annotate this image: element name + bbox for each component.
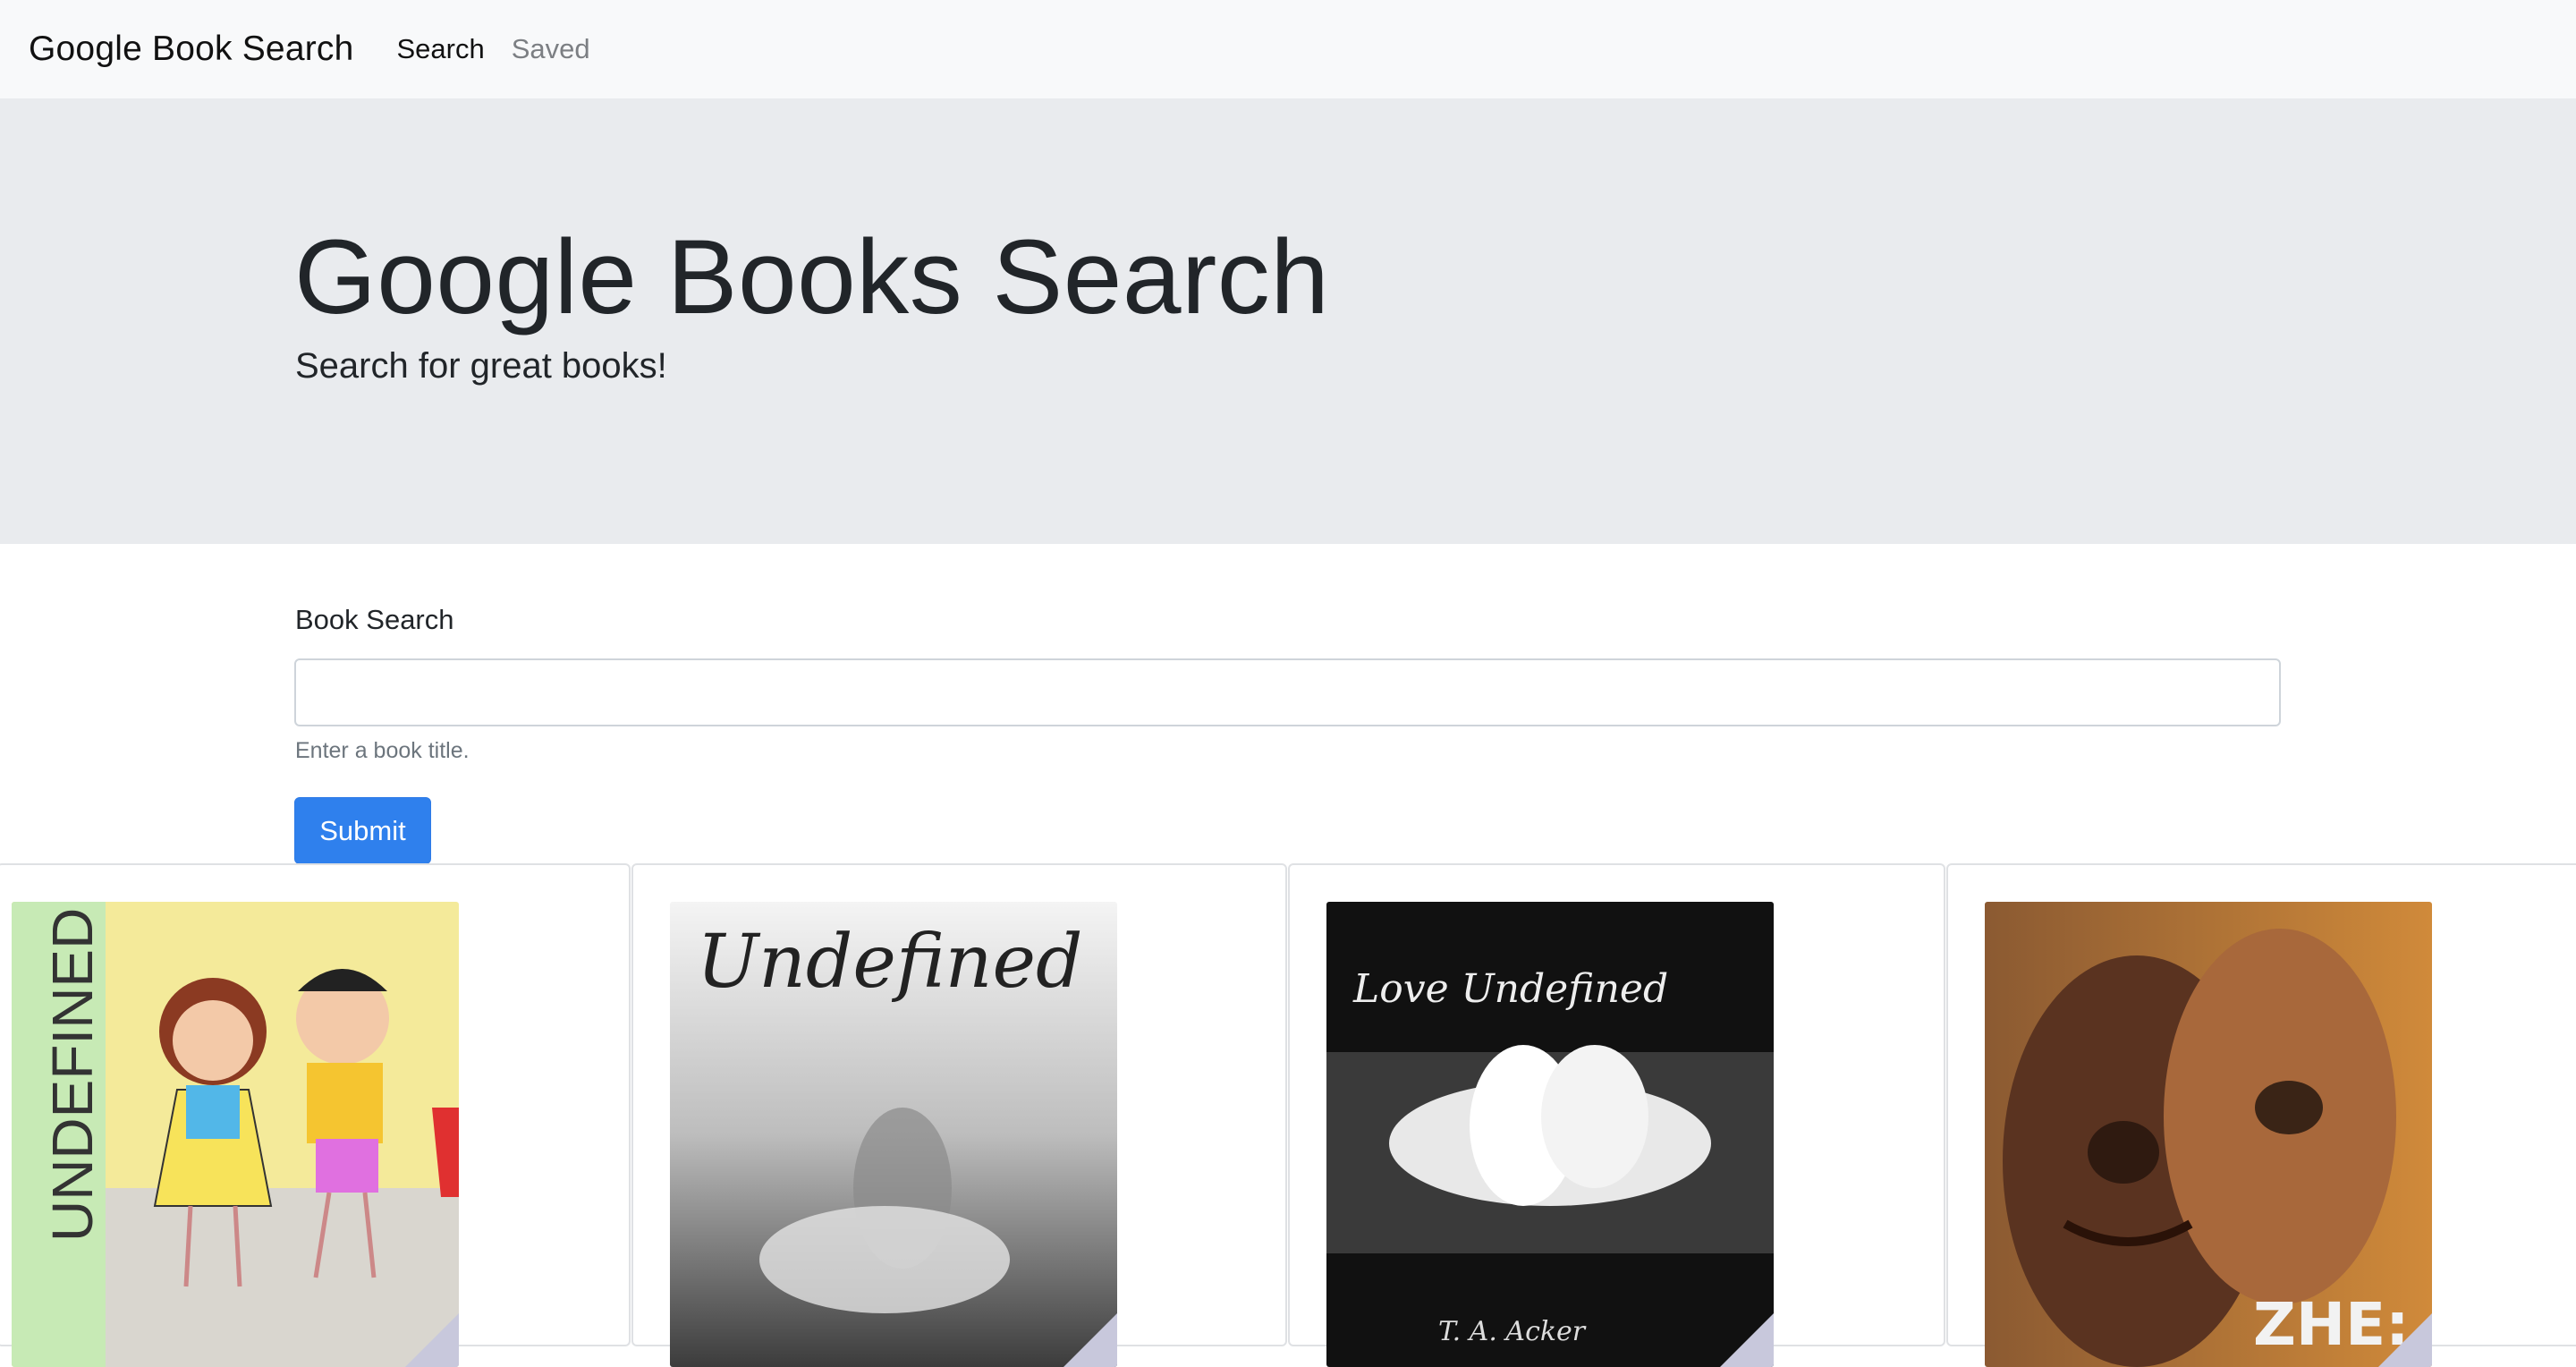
results-list: UNDEFINED Undefined Love Undefined T. A.…: [0, 863, 2576, 1367]
book-search-input[interactable]: [294, 658, 2281, 726]
book-search-label: Book Search: [295, 604, 454, 635]
book-cover-image: UNDEFINED: [12, 902, 459, 1367]
navbar: Google Book Search Search Saved: [0, 0, 2576, 98]
submit-button[interactable]: Submit: [294, 797, 431, 864]
nav-link-search[interactable]: Search: [397, 33, 485, 65]
cover-title-text: ZHE:: [2253, 1290, 2410, 1359]
navbar-brand[interactable]: Google Book Search: [29, 30, 354, 69]
book-card[interactable]: UNDEFINED: [0, 863, 631, 1367]
book-cover-image: ZHE:: [1985, 902, 2432, 1367]
book-card[interactable]: Love Undefined T. A. Acker: [1288, 863, 1945, 1367]
jumbotron: Google Books Search Search for great boo…: [0, 98, 2576, 544]
nav-link-saved[interactable]: Saved: [512, 33, 590, 65]
book-cover-image: Love Undefined T. A. Acker: [1326, 902, 1774, 1367]
book-cover-image: Undefined: [670, 902, 1117, 1367]
cover-title-text: UNDEFINED: [40, 908, 105, 1242]
page-title: Google Books Search: [294, 218, 1330, 336]
cover-author-text: T. A. Acker: [1438, 1316, 1587, 1347]
book-card[interactable]: Undefined: [631, 863, 1287, 1367]
book-card[interactable]: ZHE:: [1946, 863, 2576, 1367]
book-search-help-text: Enter a book title.: [295, 738, 470, 763]
cover-title-text: Love Undefined: [1352, 966, 1668, 1012]
cover-title-text: Undefined: [697, 920, 1082, 1005]
page-subtitle: Search for great books!: [295, 346, 667, 386]
